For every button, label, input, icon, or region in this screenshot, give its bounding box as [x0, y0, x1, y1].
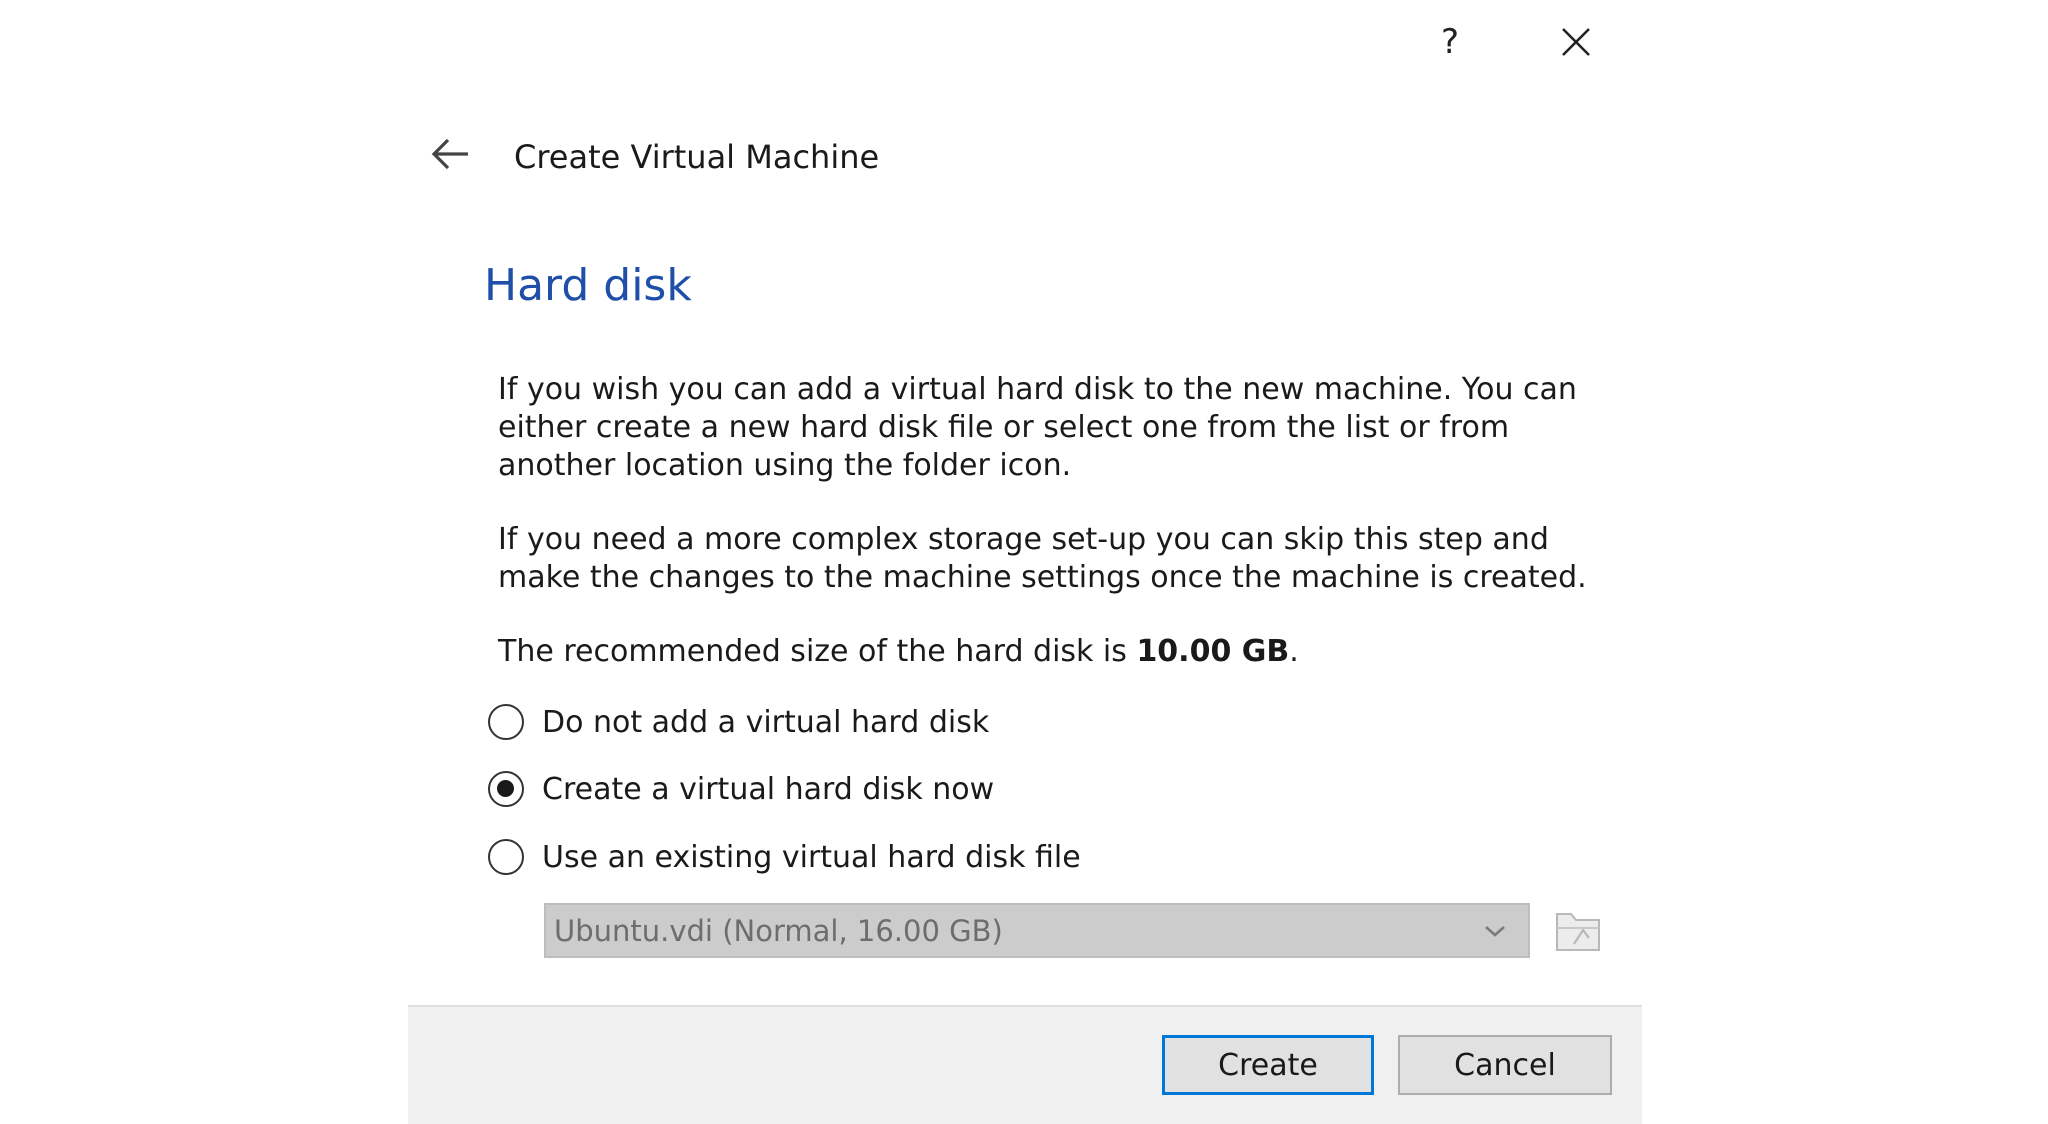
radio-no-disk[interactable]	[488, 704, 524, 740]
chevron-down-icon	[1485, 925, 1505, 937]
help-icon: ?	[1440, 22, 1460, 62]
recommended-size-text: The recommended size of the hard disk is…	[498, 633, 1628, 671]
radio-existing-disk[interactable]	[488, 839, 524, 875]
create-vm-dialog: ? Create Virtual Machine Hard disk If yo…	[0, 0, 2048, 1124]
recommended-size-prefix: The recommended size of the hard disk is	[498, 634, 1137, 669]
cancel-button[interactable]: Cancel	[1398, 1035, 1612, 1095]
back-arrow-icon	[431, 138, 468, 170]
close-icon	[1562, 28, 1590, 56]
option-create-disk-label: Create a virtual hard disk now	[542, 771, 995, 807]
option-no-disk-label: Do not add a virtual hard disk	[542, 704, 990, 740]
close-button[interactable]	[1556, 22, 1596, 62]
page-title: Hard disk	[484, 260, 692, 311]
existing-disk-select-value: Ubuntu.vdi (Normal, 16.00 GB)	[554, 913, 1003, 948]
description-paragraph-2: If you need a more complex storage set-u…	[498, 522, 1587, 595]
option-no-disk[interactable]: Do not add a virtual hard disk	[488, 700, 989, 744]
recommended-size-value: 10.00 GB	[1136, 634, 1290, 669]
existing-disk-select[interactable]: Ubuntu.vdi (Normal, 16.00 GB)	[544, 903, 1530, 958]
option-existing-disk[interactable]: Use an existing virtual hard disk file	[488, 835, 1081, 879]
folder-icon	[1556, 913, 1600, 951]
help-button[interactable]: ?	[1430, 22, 1470, 62]
option-existing-disk-label: Use an existing virtual hard disk file	[542, 839, 1081, 875]
recommended-size-suffix: .	[1289, 634, 1299, 669]
choose-disk-file-button[interactable]	[1554, 906, 1602, 956]
radio-create-disk[interactable]	[488, 771, 524, 807]
wizard-title: Create Virtual Machine	[514, 138, 880, 176]
option-create-disk[interactable]: Create a virtual hard disk now	[488, 767, 994, 811]
back-button[interactable]	[428, 136, 472, 172]
create-button[interactable]: Create	[1162, 1035, 1374, 1095]
description-paragraph-1: If you wish you can add a virtual hard d…	[498, 372, 1577, 483]
